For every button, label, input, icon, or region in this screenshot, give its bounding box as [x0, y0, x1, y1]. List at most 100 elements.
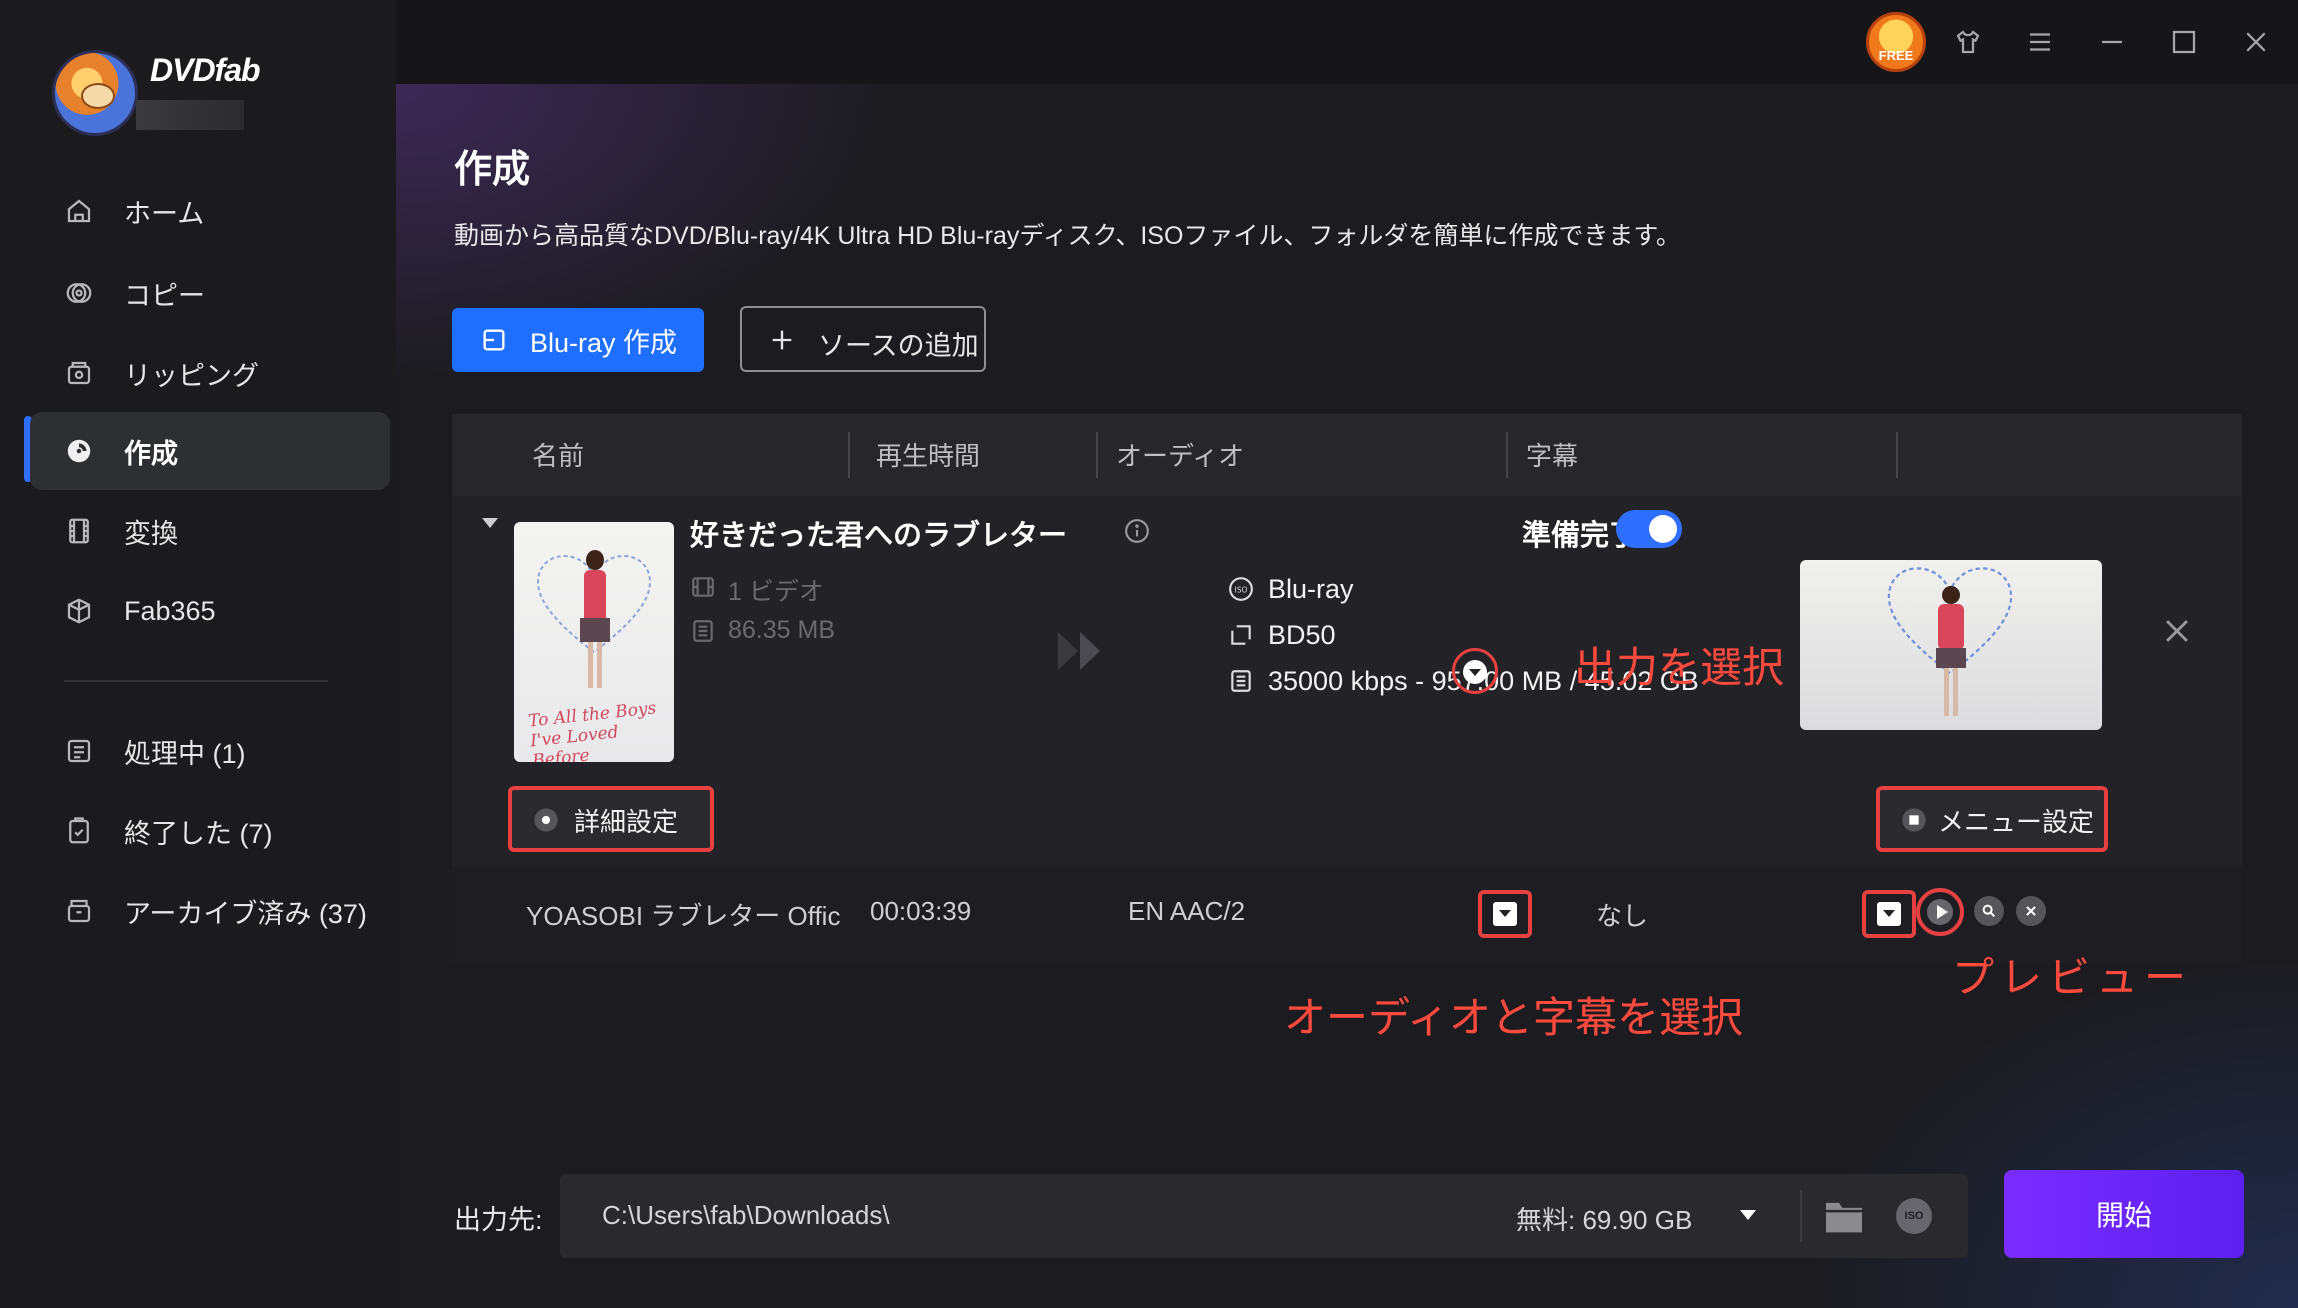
iso-output-icon[interactable]: ISO — [1896, 1198, 1932, 1234]
sidebar-item-label: 作成 — [124, 438, 178, 469]
page-description: 動画から高品質なDVD/Blu-ray/4K Ultra HD Blu-rayデ… — [454, 222, 1681, 250]
blu-ray-create-button[interactable]: Blu-ray 作成 — [452, 308, 704, 372]
disc-export-icon — [483, 329, 505, 351]
poster-title-text: To All the Boys I've Loved Before — [527, 698, 658, 762]
source-size-text: 86.35 MB — [728, 616, 836, 644]
menu-preview-thumbnail[interactable] — [1800, 560, 2102, 730]
minimize-icon[interactable] — [2088, 18, 2136, 66]
annotation-select-output: 出力を選択 — [1574, 644, 1785, 691]
sidebar-item-label: リッピング — [124, 360, 259, 391]
search-icon[interactable] — [1974, 896, 2004, 926]
output-disc-text: BD50 — [1268, 620, 1336, 650]
maximize-icon[interactable] — [2160, 18, 2208, 66]
sidebar-item-label: ホーム — [124, 198, 205, 229]
remove-title-icon[interactable] — [2160, 614, 2194, 648]
sidebar-item-home[interactable]: ホーム — [30, 172, 390, 250]
copy-disc-icon — [66, 283, 92, 303]
start-button[interactable]: 開始 — [2004, 1170, 2244, 1258]
destination-path: C:\Users\fab\Downloads\ — [602, 1200, 890, 1230]
movie-poster: To All the Boys I've Loved Before — [514, 522, 674, 762]
sidebar-item-copy[interactable]: コピー — [30, 254, 390, 332]
film-icon — [69, 518, 89, 544]
play-icon — [1937, 905, 1948, 919]
main-panel: 作成 動画から高品質なDVD/Blu-ray/4K Ultra HD Blu-r… — [396, 84, 2298, 1308]
menu-icon[interactable] — [2016, 18, 2064, 66]
conversion-arrow-icon — [1058, 632, 1100, 670]
chevron-down-icon[interactable] — [1740, 1210, 1756, 1220]
clipboard-check-icon — [69, 817, 89, 844]
remove-track-icon[interactable] — [2016, 896, 2046, 926]
output-select-dropdown[interactable] — [1452, 648, 1498, 694]
settings-gear-icon — [534, 808, 558, 832]
track-duration: 00:03:39 — [870, 896, 972, 926]
advanced-settings-label: 詳細設定 — [574, 807, 679, 837]
disc-size-icon — [1231, 625, 1251, 645]
fab365-icon — [67, 598, 91, 624]
sidebar-item-label: アーカイブ済み (37) — [124, 898, 367, 929]
sidebar-item-converter[interactable]: 変換 — [30, 492, 390, 570]
add-source-label: ソースの追加 — [818, 331, 979, 361]
brand-name: DVDfab — [150, 52, 261, 88]
preview-figure-body — [1938, 604, 1964, 650]
sidebar-item-finished[interactable]: 終了した (7) — [30, 792, 390, 870]
skin-shirt-icon[interactable] — [1944, 18, 1992, 66]
preview-play-button[interactable] — [1916, 888, 1964, 936]
info-icon[interactable] — [1124, 518, 1150, 544]
table-header: 名前 再生時間 オーディオ 字幕 — [452, 414, 2242, 496]
sidebar-item-ripper[interactable]: リッピング — [30, 334, 390, 412]
iso-disc-icon: ISO — [1229, 577, 1253, 601]
archive-icon — [67, 899, 91, 923]
menu-settings-label: メニュー設定 — [1938, 807, 2095, 837]
folder-icon[interactable] — [1824, 1198, 1864, 1234]
column-separator — [1096, 432, 1098, 478]
chevron-down-icon — [1499, 910, 1511, 917]
poster-figure-legs — [588, 642, 602, 688]
sidebar-item-archived[interactable]: アーカイブ済み (37) — [30, 872, 390, 950]
add-source-button[interactable]: ソースの追加 — [740, 306, 986, 372]
collapse-caret-icon[interactable] — [482, 518, 498, 528]
disc-icon — [67, 439, 91, 463]
destination-field[interactable]: C:\Users\fab\Downloads\ 無料: 69.90 GB ISO — [560, 1174, 1968, 1258]
dvdfab-logo — [52, 50, 138, 136]
sidebar-item-label: コピー — [124, 280, 205, 311]
free-gift-icon[interactable]: FREE — [1866, 12, 1926, 72]
poster-figure-head — [586, 550, 604, 570]
annotation-preview: プレビュー — [1952, 954, 2193, 1001]
poster-figure-body — [584, 570, 606, 620]
video-count-text: 1 ビデオ — [728, 578, 824, 606]
svg-text:ISO: ISO — [1234, 585, 1247, 594]
edition-label-redacted — [136, 100, 244, 130]
ready-toggle[interactable] — [1616, 510, 1682, 548]
document-icon — [693, 620, 713, 642]
column-header-name: 名前 — [532, 441, 585, 471]
home-icon — [67, 199, 91, 223]
annotation-select-audio-subtitle: オーディオと字幕を選択 — [1284, 994, 1744, 1041]
subtitle-select-dropdown[interactable] — [1862, 890, 1916, 938]
sidebar-item-label: 終了した (7) — [124, 818, 273, 849]
audio-select-dropdown[interactable] — [1478, 890, 1532, 938]
advanced-settings-button[interactable]: 詳細設定 — [508, 786, 714, 852]
menu-settings-button[interactable]: メニュー設定 — [1876, 786, 2108, 852]
preview-figure-legs — [1944, 668, 1958, 716]
chevron-down-icon — [1469, 669, 1481, 676]
column-header-audio: オーディオ — [1116, 441, 1245, 471]
plus-icon — [772, 330, 792, 350]
video-icon — [692, 577, 714, 597]
movie-title: 好きだった君へのラブレター — [690, 520, 1068, 552]
chevron-down-icon — [1883, 910, 1895, 917]
poster-figure-skirt — [580, 618, 610, 642]
document-icon — [1231, 670, 1251, 692]
close-icon[interactable] — [2232, 18, 2280, 66]
page-title: 作成 — [454, 149, 531, 191]
sidebar-item-label: 変換 — [124, 518, 178, 549]
ripper-icon — [67, 361, 91, 385]
source-table: 名前 再生時間 オーディオ 字幕 To All the Boys I've Lo… — [452, 414, 2242, 964]
sidebar-item-fab365[interactable]: Fab365 — [30, 572, 390, 650]
sidebar-item-creator[interactable]: 作成 — [30, 412, 390, 490]
destination-separator — [1800, 1190, 1802, 1242]
task-list-icon — [67, 739, 91, 763]
sidebar-item-processing[interactable]: 処理中 (1) — [30, 712, 390, 790]
column-header-duration: 再生時間 — [876, 441, 981, 471]
menu-layout-icon — [1902, 808, 1926, 832]
sidebar-divider — [64, 680, 328, 682]
